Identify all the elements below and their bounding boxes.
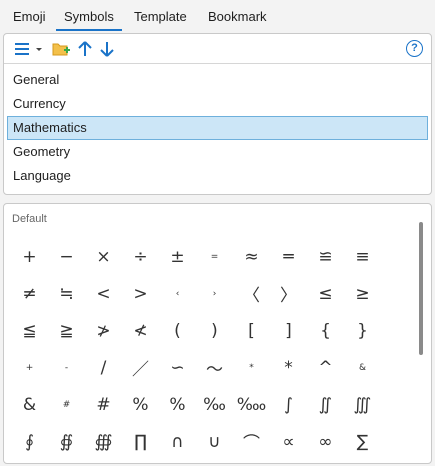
symbol-cell[interactable]: ∭ xyxy=(344,386,381,423)
symbol-cell[interactable]: + xyxy=(11,238,48,275)
category-list: General Currency Mathematics Geometry La… xyxy=(4,68,431,188)
symbol-cell[interactable]: & xyxy=(11,386,48,423)
symbol-cell[interactable]: ≧ xyxy=(48,312,85,349)
symbol-cell[interactable]: ═ xyxy=(270,238,307,275)
symbol-cell[interactable]: ≯ xyxy=(85,312,122,349)
symbol-cell[interactable]: - xyxy=(48,349,85,386)
symbol-cell[interactable]: ≡ xyxy=(344,238,381,275)
symbol-grid: + − × ÷ ± = ≈ ═ ≌ ≡ ≠ ≒ < > ‹ › 〈〉 ≤ ≥ ≦ ≧ ≯ ≮()[]{} + - / ／ ∽ 〜 * * ^ &… xyxy=(11,238,381,460)
tab-bar: Emoji Symbols Template Bookmark xyxy=(0,0,435,31)
symbol-cell[interactable]: − xyxy=(48,238,85,275)
symbol-cell[interactable]: ± xyxy=(159,238,196,275)
symbol-cell[interactable]: % xyxy=(122,386,159,423)
symbol-cell[interactable]: ^ xyxy=(307,349,344,386)
symbol-cell[interactable]: ∫ xyxy=(270,386,307,423)
symbol-cell[interactable]: ‰ xyxy=(196,386,233,423)
add-folder-icon[interactable] xyxy=(51,40,71,58)
symbol-cell[interactable]: { xyxy=(307,312,344,349)
symbol-cell[interactable]: ∝ xyxy=(270,423,307,460)
symbol-cell[interactable]: & xyxy=(344,349,381,386)
symbol-cell[interactable]: ∪ xyxy=(196,423,233,460)
symbol-cell[interactable]: # xyxy=(85,386,122,423)
symbol-cell[interactable]: × xyxy=(85,238,122,275)
symbol-cell[interactable]: ∯ xyxy=(48,423,85,460)
symbol-cell[interactable]: ≥ xyxy=(344,275,381,312)
symbol-cell[interactable]: ‱ xyxy=(233,386,270,423)
symbol-cell[interactable]: ∑ xyxy=(344,423,381,460)
category-item-geometry[interactable]: Geometry xyxy=(4,140,431,164)
symbol-cell[interactable]: ∽ xyxy=(159,349,196,386)
symbol-cell[interactable]: [ xyxy=(233,312,270,349)
symbol-cell[interactable]: 〜 xyxy=(196,349,233,386)
category-panel: ? General Currency Mathematics Geometry … xyxy=(3,33,432,195)
symbol-cell[interactable]: * xyxy=(270,349,307,386)
symbol-cell[interactable]: ∬ xyxy=(307,386,344,423)
symbol-cell[interactable]: > xyxy=(122,275,159,312)
move-up-icon[interactable] xyxy=(76,40,94,58)
symbol-panel: Default + − × ÷ ± = ≈ ═ ≌ ≡ ≠ ≒ < > ‹ › 〈〉 ≤ ≥ ≦ ≧ ≯ ≮()[]{} + -… xyxy=(3,203,432,464)
symbol-cell[interactable]: ⌒ xyxy=(233,423,270,460)
symbol-cell[interactable]: ] xyxy=(270,312,307,349)
move-down-icon[interactable] xyxy=(98,40,116,58)
symbol-cell[interactable]: < xyxy=(85,275,122,312)
category-item-language[interactable]: Language xyxy=(4,164,431,188)
category-item-mathematics[interactable]: Mathematics xyxy=(7,116,428,140)
symbol-cell[interactable]: ≈ xyxy=(233,238,270,275)
symbol-cell[interactable]: ( xyxy=(159,312,196,349)
symbol-cell[interactable]: ∰ xyxy=(85,423,122,460)
group-label: Default xyxy=(12,213,47,225)
tab-emoji[interactable]: Emoji xyxy=(13,9,46,30)
dropdown-arrow-icon[interactable] xyxy=(34,40,44,58)
symbol-cell[interactable]: * xyxy=(233,349,270,386)
list-icon[interactable] xyxy=(14,40,32,58)
symbol-cell[interactable]: ) xyxy=(196,312,233,349)
symbol-cell[interactable]: ∮ xyxy=(11,423,48,460)
symbol-cell[interactable]: ／ xyxy=(122,349,159,386)
symbol-cell[interactable]: ÷ xyxy=(122,238,159,275)
help-icon[interactable]: ? xyxy=(406,40,423,57)
symbol-cell[interactable]: ‹ xyxy=(159,275,196,312)
symbol-cell[interactable]: ∞ xyxy=(307,423,344,460)
symbol-cell[interactable]: 〈 xyxy=(233,275,270,312)
symbol-cell[interactable]: % xyxy=(159,386,196,423)
symbol-cell[interactable]: ≒ xyxy=(48,275,85,312)
symbol-cell[interactable]: ≌ xyxy=(307,238,344,275)
symbol-cell[interactable]: ∏ xyxy=(122,423,159,460)
symbol-cell[interactable]: 〉 xyxy=(270,275,307,312)
category-item-general[interactable]: General xyxy=(4,68,431,92)
symbol-cell[interactable]: ≮ xyxy=(122,312,159,349)
symbol-cell[interactable]: ≦ xyxy=(11,312,48,349)
symbol-cell[interactable]: ∩ xyxy=(159,423,196,460)
symbol-cell[interactable]: } xyxy=(344,312,381,349)
symbol-cell[interactable]: # xyxy=(48,386,85,423)
toolbar: ? xyxy=(4,34,431,64)
category-item-currency[interactable]: Currency xyxy=(4,92,431,116)
scrollbar[interactable] xyxy=(419,222,423,355)
symbol-cell[interactable]: ≤ xyxy=(307,275,344,312)
symbol-cell[interactable]: = xyxy=(196,238,233,275)
tab-template[interactable]: Template xyxy=(134,9,187,30)
tab-symbols[interactable]: Symbols xyxy=(56,9,122,31)
symbol-cell[interactable]: / xyxy=(85,349,122,386)
symbol-cell[interactable]: + xyxy=(11,349,48,386)
symbol-cell[interactable]: › xyxy=(196,275,233,312)
symbol-cell[interactable]: ≠ xyxy=(11,275,48,312)
tab-bookmark[interactable]: Bookmark xyxy=(208,9,267,30)
